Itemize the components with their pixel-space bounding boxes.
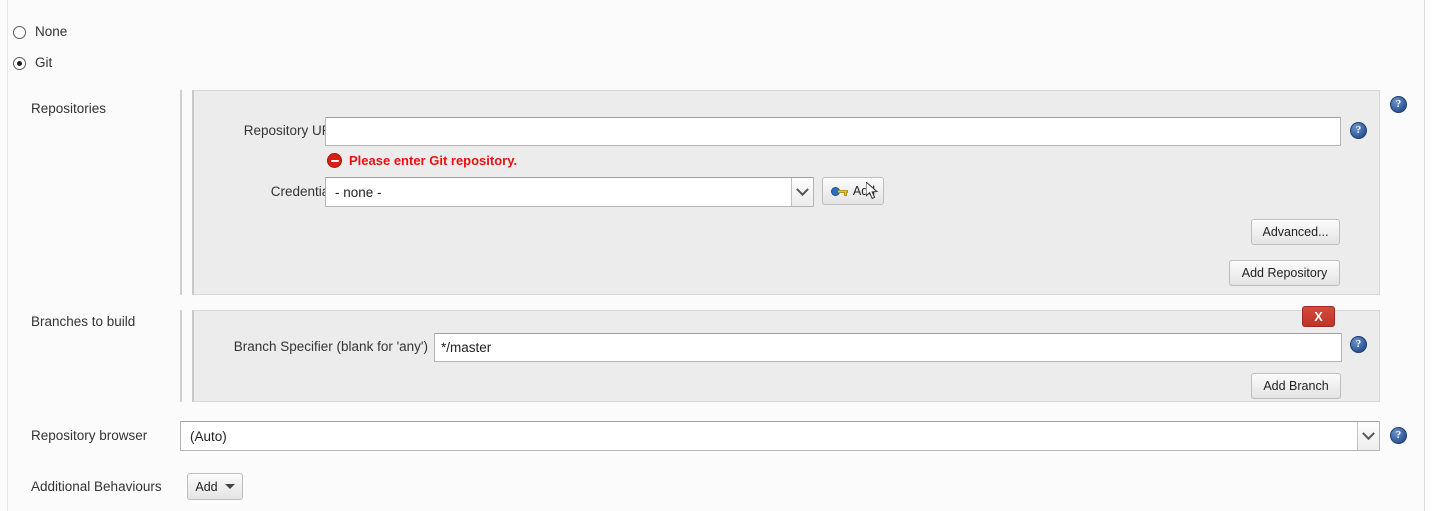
radio-git-indicator[interactable] — [13, 56, 26, 70]
repositories-section-label: Repositories — [31, 101, 107, 116]
add-credentials-label: Add — [852, 184, 876, 198]
add-branch-button[interactable]: Add Branch — [1251, 373, 1341, 399]
repository-browser-select[interactable]: (Auto) — [180, 421, 1380, 451]
radio-none-label: None — [35, 24, 68, 39]
credentials-label: Credentials — [270, 184, 339, 199]
branch-specifier-label: Branch Specifier (blank for 'any') — [233, 339, 428, 354]
advanced-button[interactable]: Advanced... — [1251, 219, 1340, 245]
add-behaviour-label: Add — [195, 479, 218, 494]
git-scm-config-page: None Git Repositories Repository URL Ple… — [0, 0, 1435, 511]
radio-none-indicator[interactable] — [13, 25, 26, 39]
page-left-border — [7, 0, 8, 511]
delete-branch-button[interactable]: X — [1302, 306, 1335, 327]
add-behaviour-button[interactable]: Add — [187, 473, 243, 500]
credentials-select-arrow[interactable] — [791, 178, 813, 206]
repository-url-input[interactable] — [325, 117, 1341, 146]
chevron-down-icon — [796, 182, 809, 196]
chevron-down-icon — [224, 484, 235, 489]
repositories-panel: Repository URL Please enter Git reposito… — [192, 90, 1380, 295]
repository-browser-select-arrow[interactable] — [1357, 422, 1379, 450]
add-credentials-button[interactable]: Add — [822, 177, 884, 205]
branches-section-label: Branches to build — [31, 314, 136, 329]
branches-panel: X Branch Specifier (blank for 'any') Add… — [192, 306, 1380, 402]
repositories-section-help-icon[interactable]: ? — [1390, 96, 1407, 113]
repository-browser-help-icon[interactable]: ? — [1390, 427, 1407, 444]
page-right-gutter — [1425, 0, 1435, 511]
repository-browser-selected-value: (Auto) — [190, 428, 227, 444]
repositories-separator — [180, 90, 182, 295]
additional-behaviours-label: Additional Behaviours — [31, 479, 162, 494]
scm-radio-git[interactable]: Git — [13, 55, 52, 71]
credentials-selected-value: - none - — [335, 184, 382, 200]
repository-url-label: Repository URL — [243, 123, 339, 138]
credentials-select[interactable]: - none - — [325, 177, 814, 207]
error-stop-icon — [327, 153, 342, 168]
branch-specifier-input[interactable] — [434, 333, 1342, 362]
add-repository-button[interactable]: Add Repository — [1229, 260, 1340, 286]
radio-git-label: Git — [35, 55, 53, 70]
chevron-down-icon — [1362, 426, 1375, 440]
branch-specifier-help-icon[interactable]: ? — [1350, 336, 1367, 353]
branches-separator — [180, 310, 182, 402]
repository-url-error: Please enter Git repository. — [327, 153, 517, 168]
error-message-text: Please enter Git repository. — [349, 153, 518, 168]
repository-browser-label: Repository browser — [31, 428, 148, 443]
scm-radio-none[interactable]: None — [13, 24, 67, 40]
repository-url-help-icon[interactable]: ? — [1350, 122, 1367, 139]
key-icon — [830, 185, 848, 197]
